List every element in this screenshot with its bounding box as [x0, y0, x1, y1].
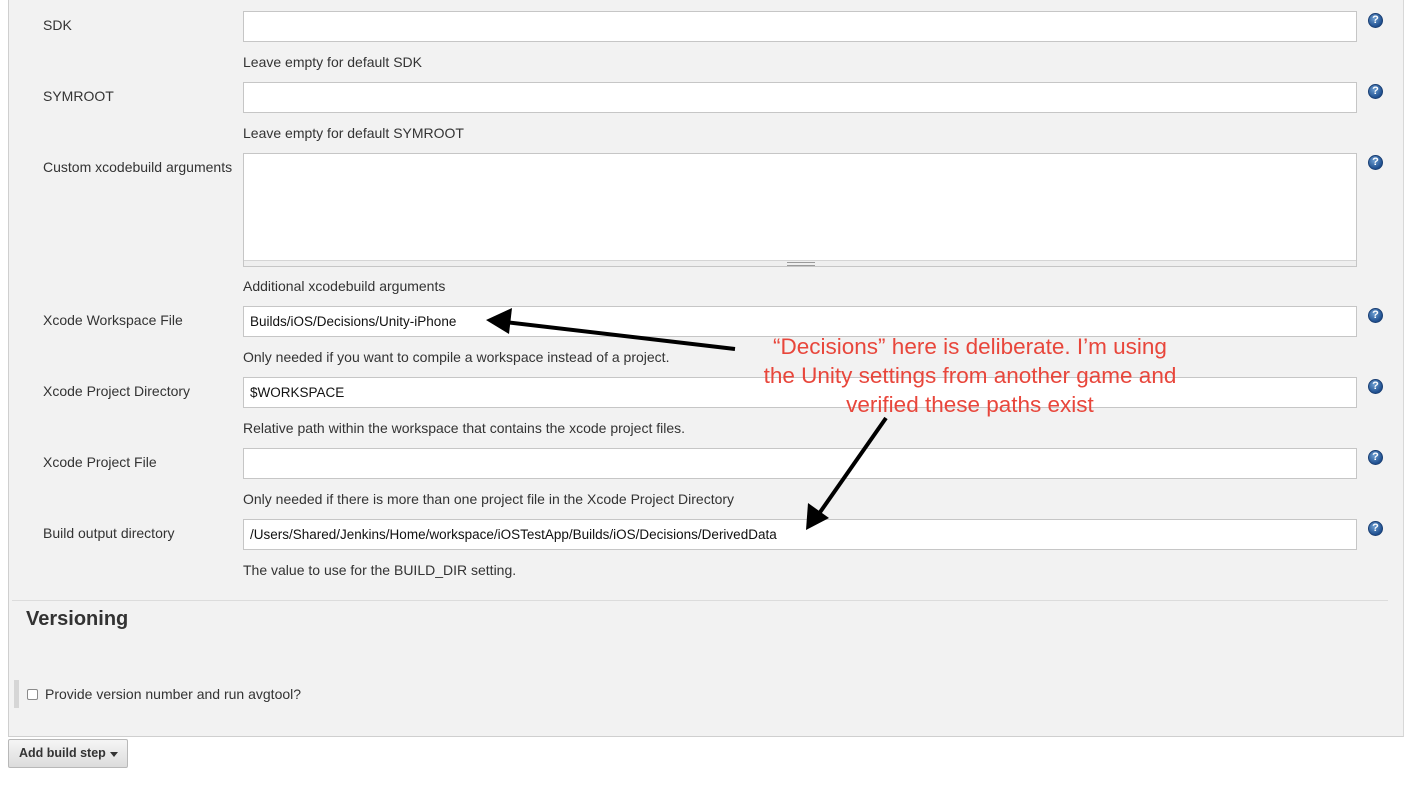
section-divider	[12, 600, 1388, 601]
custom-args-textarea[interactable]	[243, 153, 1357, 267]
sdk-help-icon[interactable]: ?	[1368, 13, 1383, 28]
build-output-input[interactable]: /Users/Shared/Jenkins/Home/workspace/iOS…	[243, 519, 1357, 550]
custom-args-help-icon[interactable]: ?	[1368, 155, 1383, 170]
custom-args-help-text: Additional xcodebuild arguments	[243, 278, 446, 294]
symroot-label: SYMROOT	[43, 88, 114, 104]
versioning-title: Versioning	[26, 608, 129, 630]
annotation-line-3: verified these paths exist	[846, 392, 1094, 417]
sdk-help-text: Leave empty for default SDK	[243, 54, 422, 70]
workspace-file-label: Xcode Workspace File	[43, 312, 183, 328]
dropdown-caret-icon	[110, 752, 118, 757]
symroot-help-text: Leave empty for default SYMROOT	[243, 125, 464, 141]
workspace-file-help-text: Only needed if you want to compile a wor…	[243, 349, 670, 365]
annotation-note: “Decisions” here is deliberate. I’m usin…	[690, 332, 1250, 419]
add-build-step-button[interactable]: Add build step	[8, 739, 128, 768]
add-build-step-label: Add build step	[19, 746, 106, 760]
version-checkbox[interactable]	[27, 688, 38, 700]
build-output-help-text: The value to use for the BUILD_DIR setti…	[243, 562, 517, 578]
sdk-input[interactable]	[243, 11, 1357, 42]
custom-args-value	[244, 154, 1356, 166]
annotation-line-1: “Decisions” here is deliberate. I’m usin…	[773, 334, 1167, 359]
build-output-label: Build output directory	[43, 525, 175, 541]
project-file-help-icon[interactable]: ?	[1368, 450, 1383, 465]
resize-grip-icon	[787, 262, 815, 266]
project-directory-label: Xcode Project Directory	[43, 383, 191, 399]
workspace-file-help-icon[interactable]: ?	[1368, 308, 1383, 323]
project-file-help-text: Only needed if there is more than one pr…	[243, 491, 735, 507]
version-checkbox-label[interactable]: Provide version number and run avgtool?	[45, 686, 301, 702]
project-directory-help-text: Relative path within the workspace that …	[243, 420, 686, 436]
build-output-help-icon[interactable]: ?	[1368, 521, 1383, 536]
project-file-input[interactable]	[243, 448, 1357, 479]
sdk-label: SDK	[43, 17, 72, 33]
symroot-help-icon[interactable]: ?	[1368, 84, 1383, 99]
textarea-resize-bar[interactable]	[244, 260, 1356, 266]
annotation-line-2: the Unity settings from another game and	[763, 363, 1177, 388]
project-directory-help-icon[interactable]: ?	[1368, 379, 1383, 394]
custom-args-label: Custom xcodebuild arguments	[43, 159, 233, 175]
version-checkbox-row[interactable]: Provide version number and run avgtool?	[14, 680, 301, 708]
project-file-label: Xcode Project File	[43, 454, 157, 470]
symroot-input[interactable]	[243, 82, 1357, 113]
